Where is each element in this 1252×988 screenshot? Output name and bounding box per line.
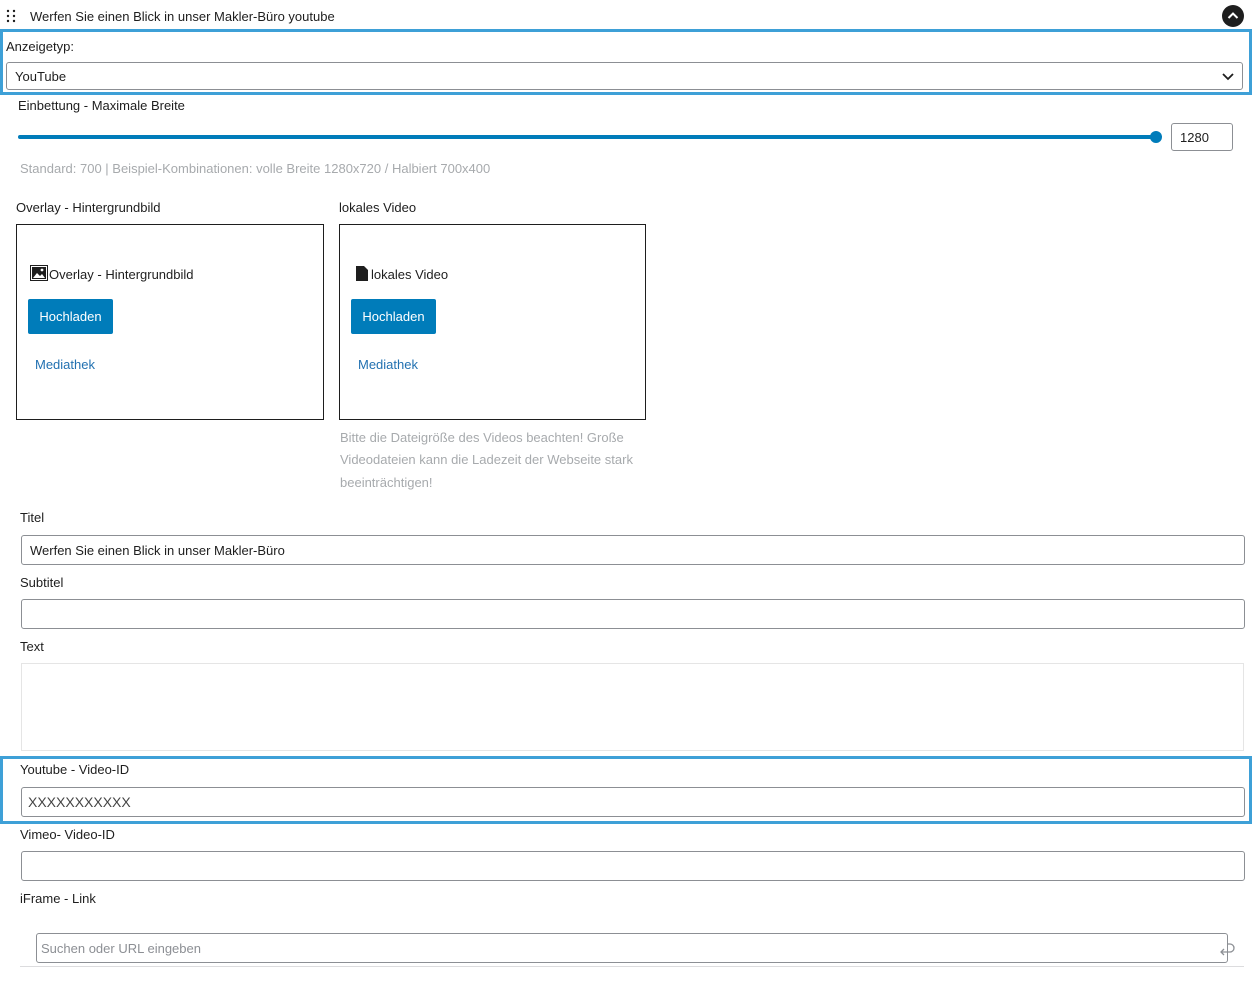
submit-link-icon[interactable] — [1218, 941, 1236, 959]
title-value: Werfen Sie einen Blick in unser Makler-B… — [30, 542, 285, 558]
display-type-value: YouTube — [15, 68, 67, 84]
subtitle-input[interactable] — [21, 599, 1245, 629]
text-area[interactable] — [21, 663, 1244, 751]
overlay-upload-box: Overlay - Hintergrundbild Hochladen Medi… — [16, 224, 324, 420]
embed-width-label: Einbettung - Maximale Breite — [18, 98, 185, 113]
drag-handle-icon[interactable] — [6, 8, 16, 24]
overlay-box-title: Overlay - Hintergrundbild — [49, 267, 194, 282]
iframe-link-label: iFrame - Link — [20, 891, 96, 906]
overlay-upload-button[interactable]: Hochladen — [28, 299, 113, 334]
local-video-library-link[interactable]: Mediathek — [358, 357, 418, 372]
local-video-help-3: beeinträchtigen! — [340, 475, 433, 490]
bottom-divider — [20, 966, 1244, 967]
vimeo-id-label: Vimeo- Video-ID — [20, 827, 115, 842]
text-label: Text — [20, 639, 44, 654]
local-video-box-title: lokales Video — [371, 267, 449, 282]
iframe-link-placeholder: Suchen oder URL eingeben — [41, 940, 201, 956]
embed-width-slider-thumb[interactable] — [1150, 131, 1162, 143]
vimeo-id-input[interactable] — [21, 851, 1245, 881]
embed-width-input[interactable]: 1280 — [1171, 123, 1233, 151]
youtube-id-value: XXXXXXXXXXX — [28, 794, 131, 810]
iframe-link-input[interactable]: Suchen oder URL eingeben — [36, 933, 1228, 963]
youtube-id-label: Youtube - Video-ID — [20, 762, 130, 777]
collapse-icon[interactable] — [1222, 5, 1244, 27]
embed-width-slider-track[interactable] — [18, 135, 1158, 139]
local-video-help-2: Videodateien kann die Ladezeit der Webse… — [340, 452, 633, 467]
youtube-id-input[interactable]: XXXXXXXXXXX — [21, 787, 1245, 817]
title-label: Titel — [20, 510, 45, 525]
embed-width-help: Standard: 700 | Beispiel-Kombinationen: … — [20, 161, 491, 176]
subtitle-label: Subtitel — [20, 575, 64, 590]
file-icon — [356, 266, 368, 281]
local-video-upload-button[interactable]: Hochladen — [351, 299, 436, 334]
local-video-help-1: Bitte die Dateigröße des Videos beachten… — [340, 430, 624, 445]
chevron-down-icon — [1222, 69, 1234, 84]
display-type-label: Anzeigetyp: — [6, 39, 74, 54]
display-type-select[interactable]: YouTube — [6, 62, 1243, 90]
embed-width-value: 1280 — [1180, 129, 1209, 145]
overlay-label: Overlay - Hintergrundbild — [16, 200, 161, 215]
block-title: Werfen Sie einen Blick in unser Makler-B… — [30, 9, 335, 24]
local-video-label: lokales Video — [339, 200, 417, 215]
overlay-library-link[interactable]: Mediathek — [35, 357, 95, 372]
image-icon — [30, 265, 48, 281]
title-input[interactable]: Werfen Sie einen Blick in unser Makler-B… — [21, 535, 1245, 565]
local-video-upload-box: lokales Video Hochladen Mediathek — [339, 224, 646, 420]
